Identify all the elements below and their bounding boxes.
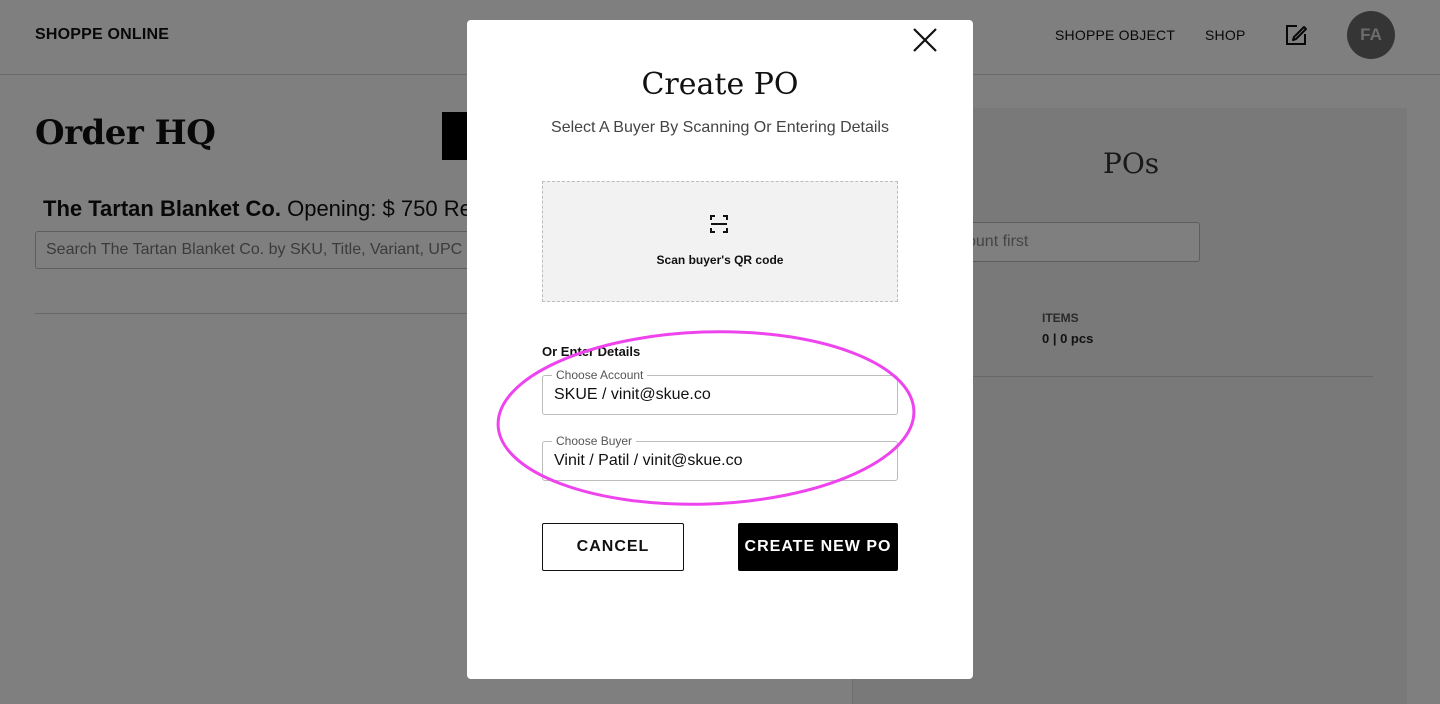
cancel-button[interactable]: CANCEL <box>542 523 684 571</box>
choose-account-label: Choose Account <box>552 368 648 382</box>
create-po-modal: Create PO Select A Buyer By Scanning Or … <box>467 20 973 679</box>
choose-buyer-label: Choose Buyer <box>552 434 637 448</box>
qr-scan-area[interactable]: Scan buyer's QR code <box>542 181 898 302</box>
close-icon[interactable] <box>911 26 939 54</box>
choose-buyer-field[interactable]: Choose Buyer Vinit / Patil / vinit@skue.… <box>542 434 898 481</box>
create-new-po-button[interactable]: CREATE NEW PO <box>738 523 898 571</box>
choose-account-field[interactable]: Choose Account SKUE / vinit@skue.co <box>542 368 898 415</box>
modal-subtitle: Select A Buyer By Scanning Or Entering D… <box>551 119 889 136</box>
choose-buyer-value: Vinit / Patil / vinit@skue.co <box>554 452 743 469</box>
qr-scan-icon <box>710 215 728 233</box>
or-enter-details-label: Or Enter Details <box>542 344 641 359</box>
choose-account-value: SKUE / vinit@skue.co <box>554 386 711 403</box>
modal-title: Create PO <box>641 67 799 102</box>
scan-label: Scan buyer's QR code <box>656 253 784 267</box>
